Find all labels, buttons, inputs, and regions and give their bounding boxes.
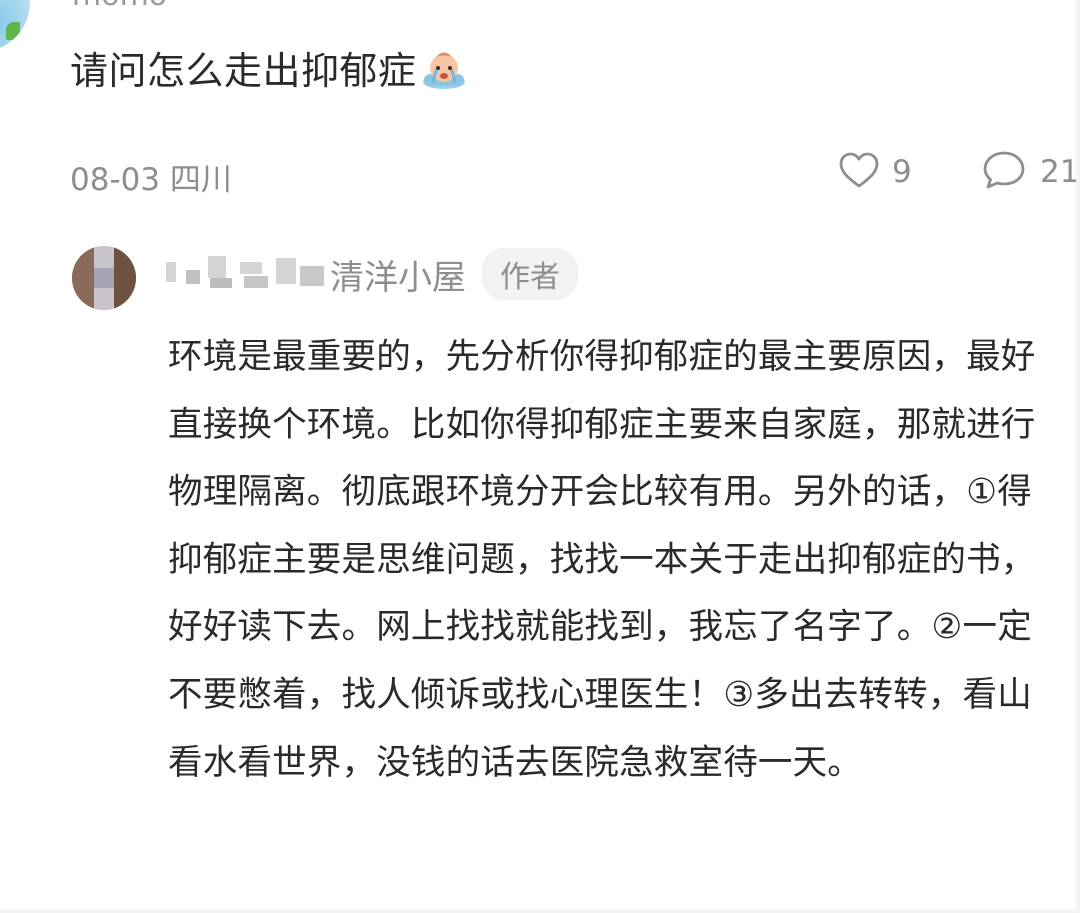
comment-meta-row: 08-03 四川 9 21: [70, 148, 1080, 198]
commenter-username[interactable]: momo: [72, 0, 167, 13]
author-badge: 作者: [482, 248, 578, 300]
crying-face-emoji-icon: [421, 48, 467, 99]
speech-bubble-icon: [982, 150, 1026, 194]
author-username[interactable]: 清洋小屋: [330, 250, 466, 299]
commenter-avatar[interactable]: [0, 0, 30, 52]
blurred-username: [160, 252, 330, 296]
frame-edge-right: [1076, 0, 1080, 913]
like-button[interactable]: 9: [838, 150, 912, 194]
heart-icon: [838, 151, 880, 193]
like-count: 9: [892, 154, 912, 190]
comment-text-content: 请问怎么走出抑郁症: [70, 49, 417, 93]
reply-button[interactable]: 21: [982, 150, 1079, 194]
reply-count: 21: [1040, 154, 1080, 190]
comment-text: 请问怎么走出抑郁症: [70, 40, 467, 99]
author-name-row: 清洋小屋 作者: [160, 248, 578, 300]
comment-date-location: 08-03 四川: [70, 162, 232, 198]
frame-edge-bottom: [0, 909, 1080, 913]
reply-text: 环境是最重要的，先分析你得抑郁症的最主要原因，最好直接换个环境。比如你得抑郁症主…: [168, 337, 1036, 783]
comment-thread: momo 请问怎么走出抑郁症 08-03 四川 9: [0, 0, 1080, 913]
leaf-icon: [6, 22, 20, 40]
author-avatar[interactable]: [72, 246, 136, 310]
